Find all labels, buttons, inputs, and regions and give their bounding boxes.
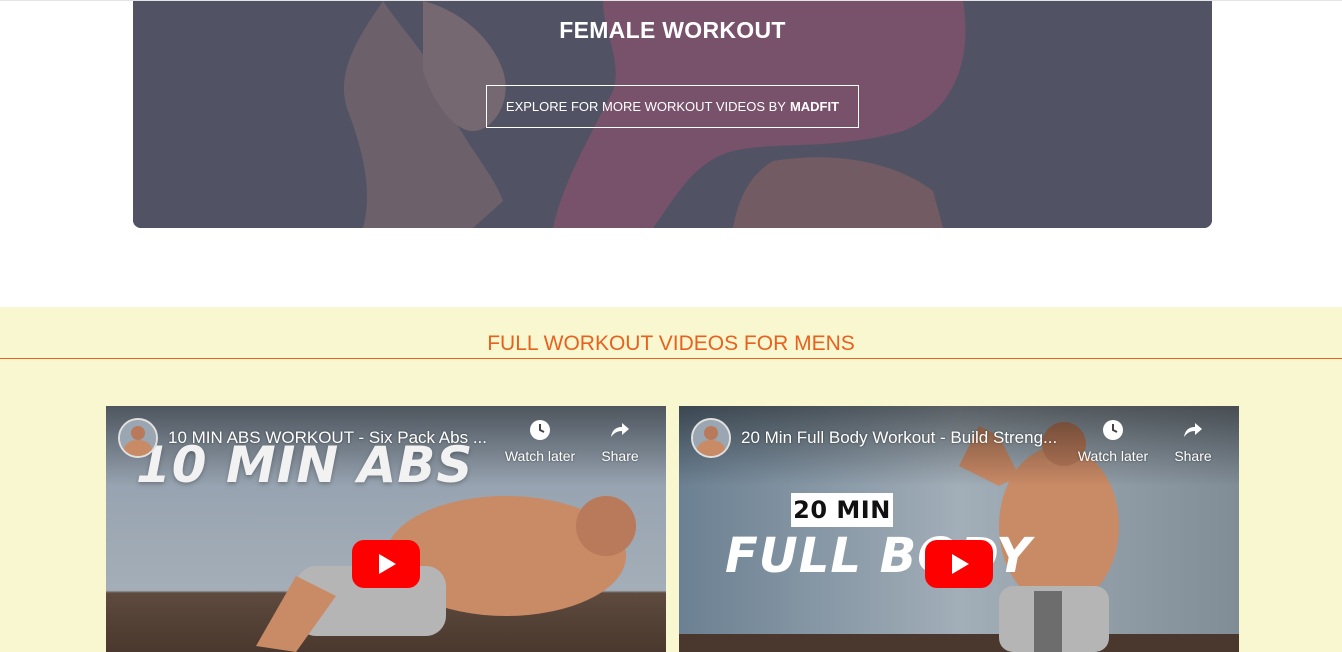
clock-icon <box>530 420 550 440</box>
banner-title: FEMALE WORKOUT <box>559 17 786 43</box>
watch-later-label: Watch later <box>1077 448 1149 464</box>
explore-button-brand: MADFIT <box>789 99 840 114</box>
share-button[interactable]: Share <box>580 418 660 464</box>
youtube-play-icon[interactable] <box>925 540 993 588</box>
share-label: Share <box>1174 448 1212 464</box>
clock-icon <box>1103 420 1123 440</box>
share-arrow-icon <box>611 423 629 437</box>
watch-later-button[interactable]: Watch later <box>500 418 580 464</box>
channel-avatar[interactable] <box>691 418 731 458</box>
watch-later-button[interactable]: Watch later <box>1073 418 1153 464</box>
female-workout-banner: FEMALE WORKOUT EXPLORE FOR MORE WORKOUT … <box>133 1 1212 228</box>
thumbnail-badge: 20 MIN <box>791 493 893 527</box>
share-button[interactable]: Share <box>1153 418 1233 464</box>
youtube-play-icon[interactable] <box>352 540 420 588</box>
share-label: Share <box>601 448 639 464</box>
video-title[interactable]: 10 MIN ABS WORKOUT - Six Pack Abs ... <box>168 428 498 448</box>
section-divider <box>0 358 1342 359</box>
section-title: FULL WORKOUT VIDEOS FOR MENS <box>487 332 855 355</box>
mens-workout-section: FULL WORKOUT VIDEOS FOR MENS 10 MIN ABS <box>0 307 1342 652</box>
watch-later-label: Watch later <box>504 448 576 464</box>
explore-madfit-button[interactable]: EXPLORE FOR MORE WORKOUT VIDEOS BY MADFI… <box>486 85 859 128</box>
explore-button-label: EXPLORE FOR MORE WORKOUT VIDEOS BY <box>505 99 786 114</box>
video-embed-full-body[interactable]: 20 MIN FULL BODY 20 Min Full Body Workou… <box>679 406 1239 652</box>
channel-avatar[interactable] <box>118 418 158 458</box>
video-title[interactable]: 20 Min Full Body Workout - Build Streng.… <box>741 428 1071 448</box>
share-arrow-icon <box>1184 423 1202 437</box>
video-embed-abs[interactable]: 10 MIN ABS 10 MIN ABS WORKOUT - Six Pack… <box>106 406 666 652</box>
